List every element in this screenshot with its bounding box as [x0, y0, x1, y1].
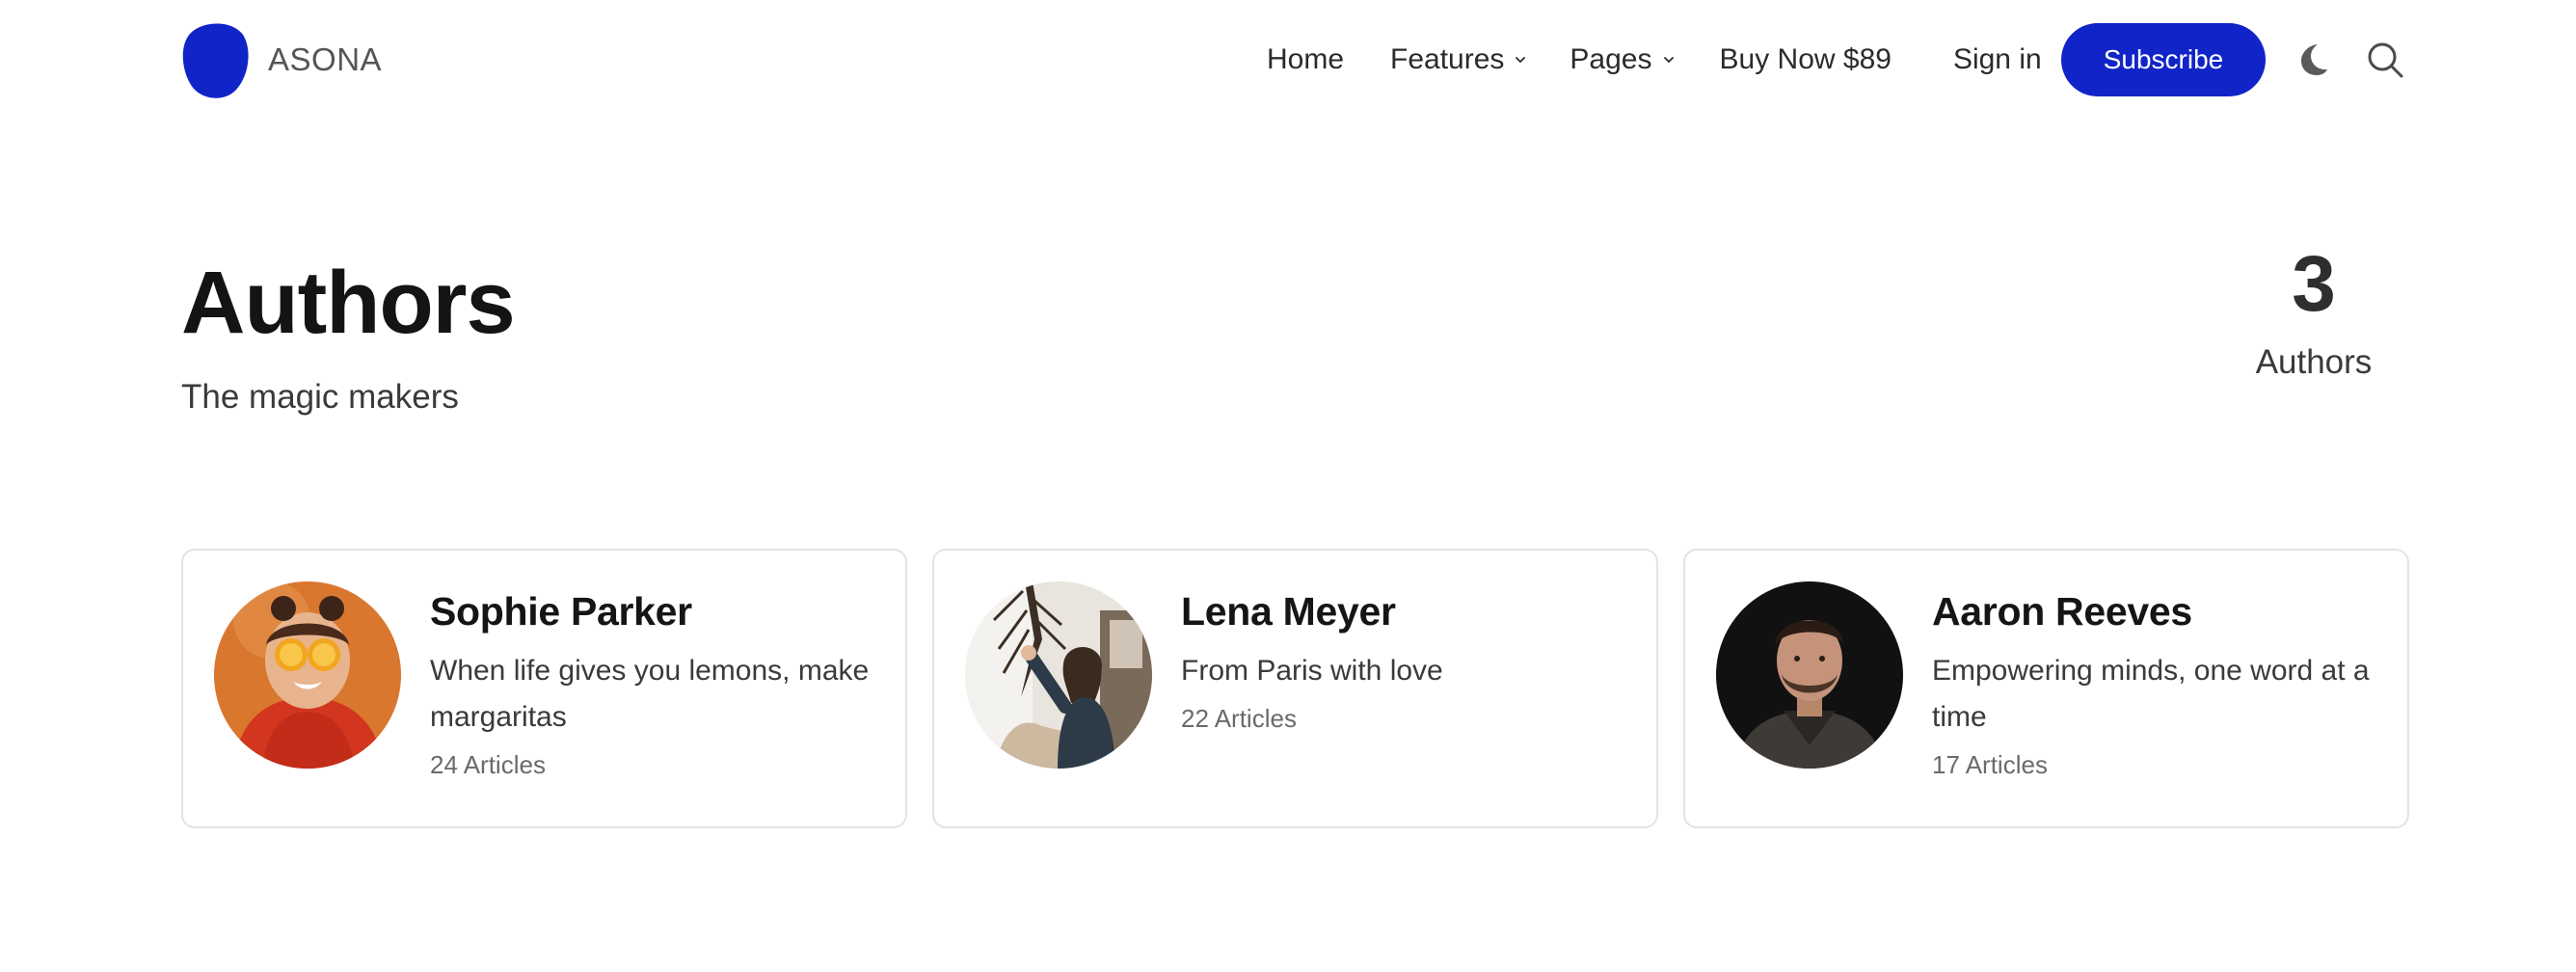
author-card[interactable]: Sophie Parker When life gives you lemons… [181, 549, 907, 828]
search-icon[interactable] [2366, 40, 2404, 79]
author-card[interactable]: Aaron Reeves Empowering minds, one word … [1683, 549, 2409, 828]
moon-icon[interactable] [2296, 42, 2329, 77]
author-bio: From Paris with love [1181, 655, 1443, 688]
author-article-count: 17 Articles [1932, 750, 2048, 780]
author-name[interactable]: Aaron Reeves [1932, 589, 2384, 634]
avatar-image-icon [965, 581, 1152, 769]
subscribe-button[interactable]: Subscribe [2061, 23, 2266, 96]
author-avatar[interactable] [965, 581, 1152, 769]
author-article-count: 22 Articles [1181, 704, 1297, 734]
nav-home-link[interactable]: Home [1267, 43, 1344, 76]
author-info: Lena Meyer From Paris with love 22 Artic… [1181, 589, 1633, 734]
chevron-down-icon [1516, 57, 1526, 63]
author-name[interactable]: Sophie Parker [430, 589, 882, 634]
author-name[interactable]: Lena Meyer [1181, 589, 1633, 634]
nav-pages-menu[interactable]: Pages [1570, 43, 1675, 76]
author-article-count: 24 Articles [430, 750, 546, 780]
site-logo[interactable]: ASONA [181, 21, 382, 98]
page-title: Authors [181, 254, 516, 352]
chevron-down-icon [1663, 57, 1674, 63]
author-avatar[interactable] [1716, 581, 1903, 769]
authors-count-label: Authors [2255, 343, 2373, 382]
authors-count: 3 Authors [2217, 240, 2410, 382]
avatar-image-icon [214, 581, 401, 769]
main-nav: Home Features Pages Buy Now $89 Sign in [1267, 39, 2065, 81]
site-header: ASONA Home Features Pages Buy Now $89 Si… [0, 0, 2576, 120]
author-info: Aaron Reeves Empowering minds, one word … [1932, 589, 2384, 780]
author-info: Sophie Parker When life gives you lemons… [430, 589, 882, 780]
logo-text: ASONA [268, 41, 383, 77]
nav-features-menu[interactable]: Features [1390, 43, 1527, 76]
author-bio: When life gives you lemons, make margari… [430, 655, 870, 734]
logo-blob-icon [182, 23, 249, 98]
author-avatar[interactable] [214, 581, 401, 769]
nav-features-label: Features [1390, 43, 1505, 75]
nav-sign-in-link[interactable]: Sign in [1953, 43, 2042, 76]
page-subtitle: The magic makers [181, 378, 459, 416]
nav-pages-label: Pages [1570, 43, 1652, 75]
author-bio: Empowering minds, one word at a time [1932, 655, 2370, 734]
author-list: Sophie Parker When life gives you lemons… [181, 549, 2410, 828]
avatar-image-icon [1716, 581, 1903, 769]
author-card[interactable]: Lena Meyer From Paris with love 22 Artic… [932, 549, 1658, 828]
nav-buy-now-link[interactable]: Buy Now $89 [1720, 43, 1892, 76]
authors-count-number: 3 [2292, 240, 2336, 328]
